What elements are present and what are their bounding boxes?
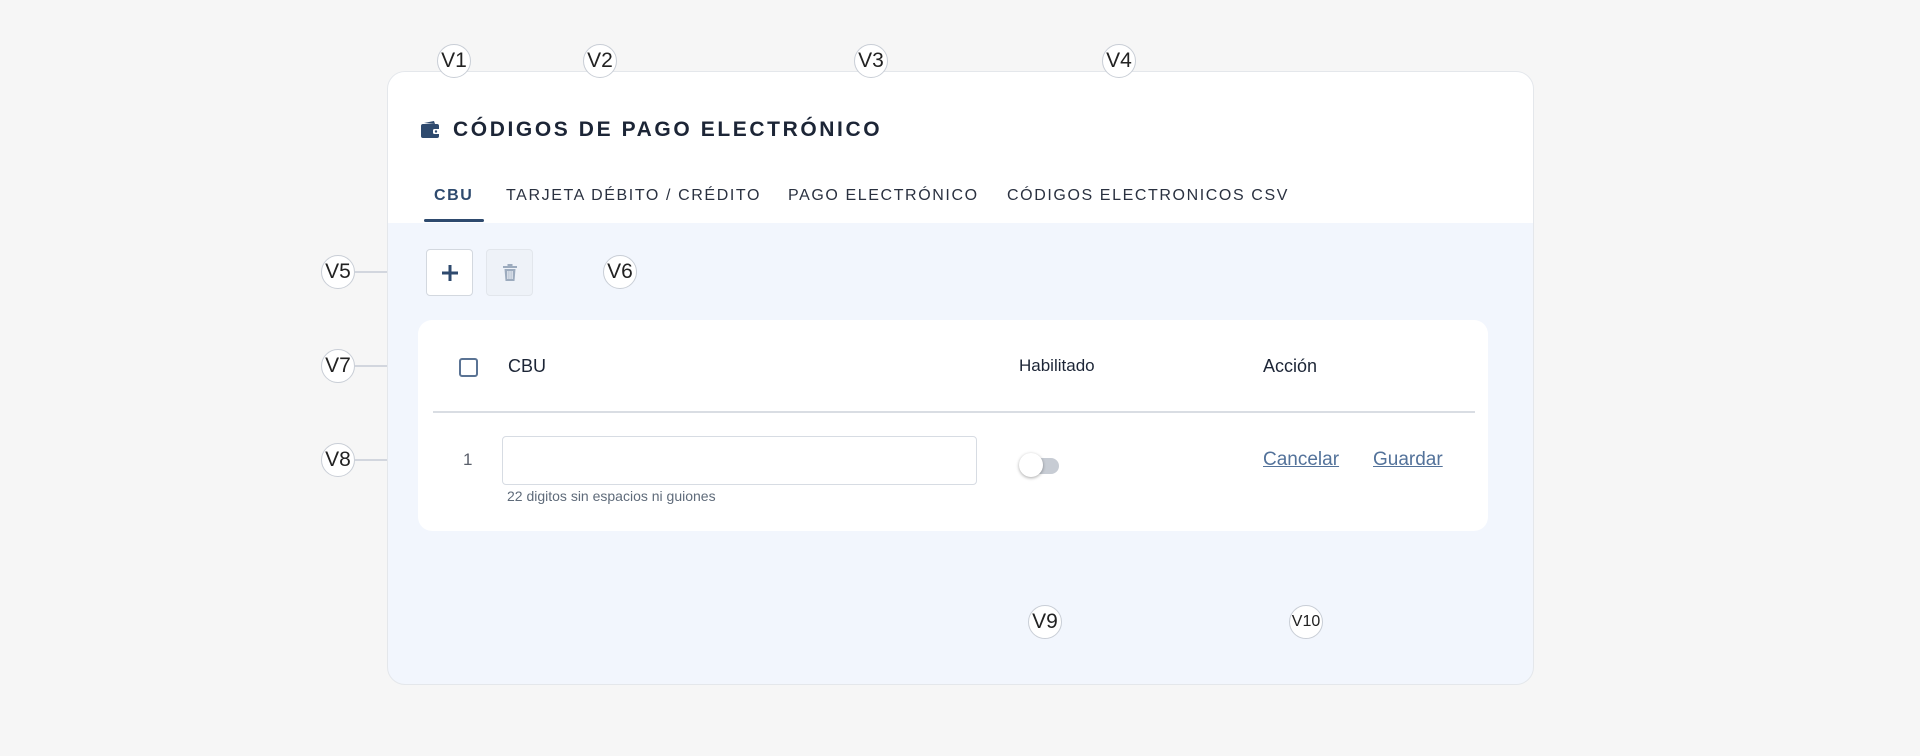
header-divider (433, 411, 1475, 413)
callout-v3: V3 (854, 44, 888, 78)
callout-v5: V5 (321, 255, 355, 289)
callout-v1: V1 (437, 44, 471, 78)
column-header-cbu: CBU (508, 356, 547, 376)
trash-icon (502, 263, 517, 281)
delete-button[interactable] (486, 249, 533, 296)
callout-v8: V8 (321, 443, 355, 477)
save-link[interactable]: Guardar (1373, 449, 1443, 471)
cbu-table: CBU Habilitado Acción 1 22 digitos sin e… (418, 320, 1488, 531)
tab-electronic-payment[interactable]: PAGO ELECTRÓNICO (788, 187, 979, 205)
column-header-enabled: Habilitado (1019, 356, 1095, 375)
enabled-toggle[interactable] (1019, 453, 1061, 477)
cancel-link[interactable]: Cancelar (1263, 449, 1339, 471)
cbu-hint: 22 digitos sin espacios ni guiones (507, 488, 716, 504)
add-button[interactable] (426, 249, 473, 296)
column-header-action: Acción (1263, 356, 1318, 376)
payment-codes-card: CÓDIGOS DE PAGO ELECTRÓNICO CBU TARJETA … (387, 71, 1534, 685)
page-title: CÓDIGOS DE PAGO ELECTRÓNICO (453, 118, 883, 141)
callout-v6: V6 (603, 255, 637, 289)
row-number: 1 (463, 450, 473, 469)
card-header: CÓDIGOS DE PAGO ELECTRÓNICO CBU TARJETA … (388, 72, 1533, 223)
callout-v10: V10 (1289, 605, 1323, 639)
tab-cbu[interactable]: CBU (434, 187, 473, 205)
active-tab-indicator (424, 219, 484, 222)
cbu-input[interactable] (502, 436, 977, 485)
title-row: CÓDIGOS DE PAGO ELECTRÓNICO (421, 118, 882, 142)
wallet-icon (421, 121, 441, 139)
callout-v4: V4 (1102, 44, 1136, 78)
plus-icon (441, 264, 458, 281)
tab-csv-codes[interactable]: CÓDIGOS ELECTRONICOS CSV (1007, 187, 1289, 205)
toggle-knob (1019, 453, 1043, 477)
callout-v9: V9 (1028, 605, 1062, 639)
select-all-checkbox[interactable] (459, 358, 478, 377)
callout-v2: V2 (583, 44, 617, 78)
tab-card[interactable]: TARJETA DÉBITO / CRÉDITO (506, 187, 761, 205)
callout-v7: V7 (321, 349, 355, 383)
